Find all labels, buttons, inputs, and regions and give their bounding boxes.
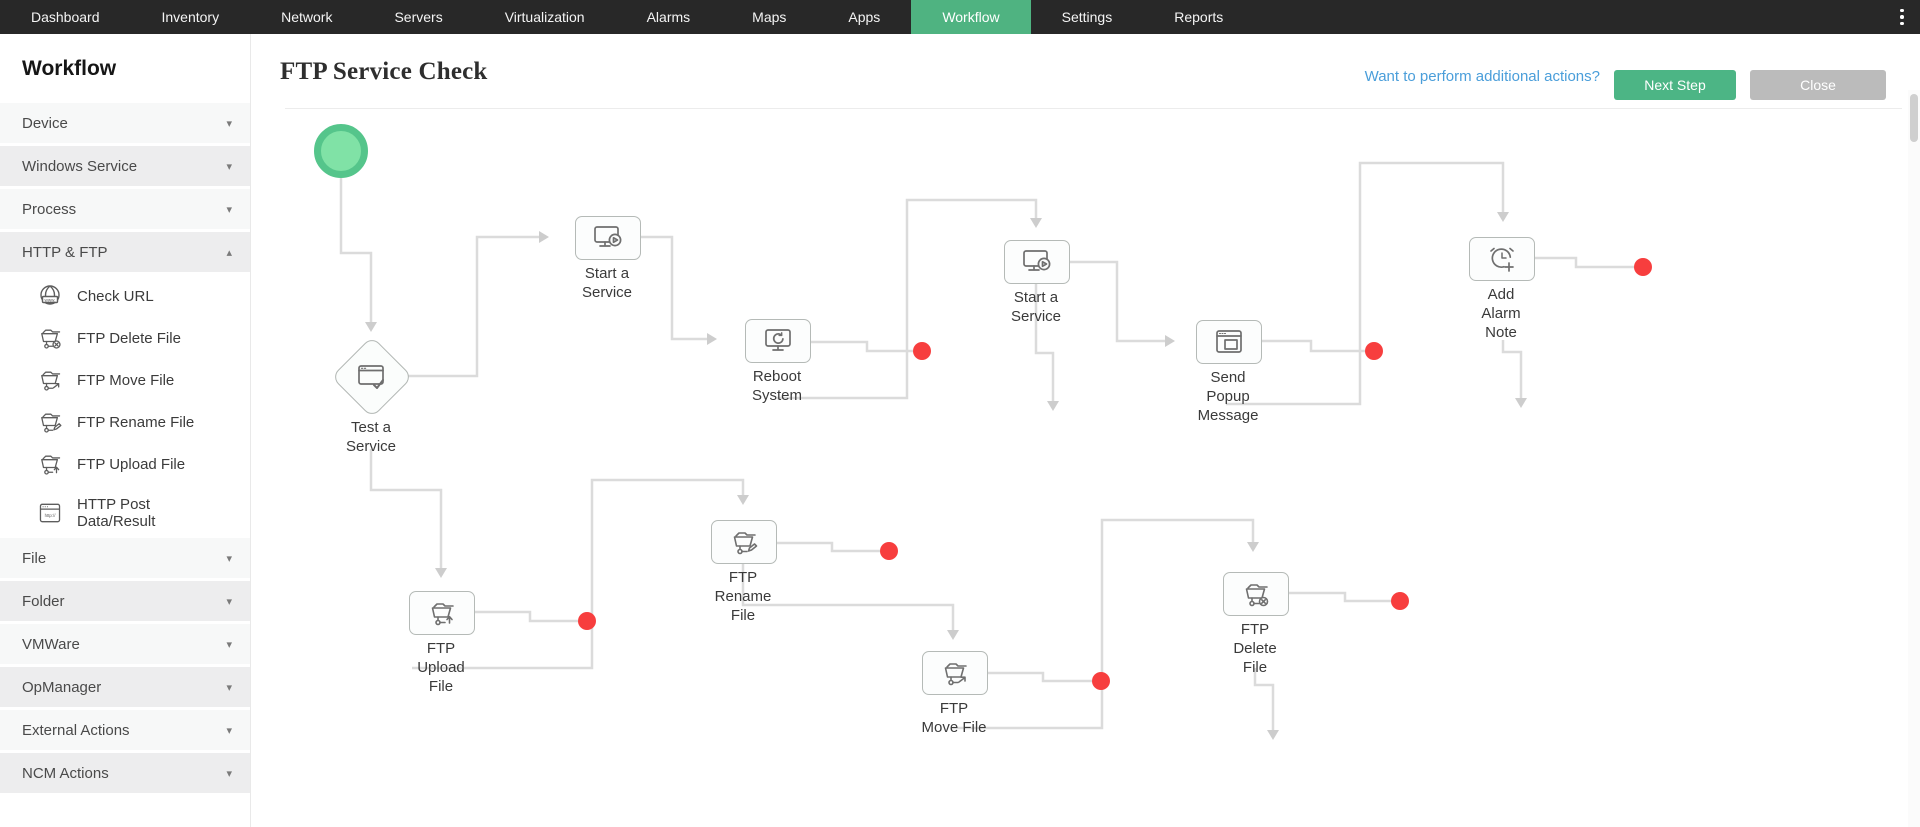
node-add-alarm-note[interactable] (1469, 237, 1535, 281)
chevron-down-icon: ▾ (226, 638, 232, 651)
start-node[interactable] (314, 124, 368, 178)
chevron-up-icon: ▴ (226, 246, 232, 259)
monitor-play-icon (1023, 250, 1051, 271)
chevron-down-icon: ▾ (226, 117, 232, 130)
canvas-divider (285, 108, 1902, 109)
top-navigation: Dashboard Inventory Network Servers Virt… (0, 0, 1920, 34)
workflow-sidebar: Workflow Device ▾ Windows Service ▾ Proc… (0, 34, 251, 827)
node-ftp-rename-file[interactable] (711, 520, 777, 564)
endpoint-dot[interactable] (578, 612, 596, 630)
nav-item-servers[interactable]: Servers (363, 0, 473, 34)
node-start-a-service-2[interactable] (1004, 240, 1070, 284)
monitor-reboot-icon (765, 329, 791, 351)
window-check-icon (358, 365, 384, 389)
node-label-ftp-delete-file: FTP Delete File (1233, 621, 1277, 676)
ftp-move-icon (41, 371, 61, 391)
endpoint-dot[interactable] (880, 542, 898, 560)
sidebar-item-vmware[interactable]: VMWare ▾ (0, 624, 250, 664)
node-ftp-move-file[interactable] (922, 651, 988, 695)
node-label-test-a-service: Test a Service (345, 419, 397, 455)
sidebar-item-device[interactable]: Device ▾ (0, 103, 250, 143)
chevron-down-icon: ▾ (226, 595, 232, 608)
node-start-a-service-1[interactable] (575, 216, 641, 260)
node-reboot-system[interactable] (745, 319, 811, 363)
close-button[interactable]: Close (1750, 70, 1886, 100)
nav-item-inventory[interactable]: Inventory (131, 0, 251, 34)
node-test-a-service[interactable] (330, 335, 414, 419)
node-label-ftp-rename-file: FTP Rename File (714, 569, 772, 624)
sidebar-item-external-actions[interactable]: External Actions ▾ (0, 710, 250, 750)
node-label-ftp-move-file: FTP Move File (921, 700, 987, 736)
sidebar-item-ftp-delete-file[interactable]: FTP Delete File (0, 321, 250, 355)
ftp-delete-icon (41, 329, 61, 349)
chevron-down-icon: ▾ (226, 552, 232, 565)
endpoint-dot[interactable] (1391, 592, 1409, 610)
node-label-reboot-system: Reboot System (751, 368, 802, 404)
chevron-down-icon: ▾ (226, 767, 232, 780)
node-label-start-a-service-2: Start a Service (1010, 289, 1062, 325)
ftp-rename-icon (41, 413, 62, 433)
node-ftp-delete-file[interactable] (1223, 572, 1289, 616)
endpoint-dot[interactable] (1092, 672, 1110, 690)
ftp-move-icon (944, 663, 967, 686)
chevron-down-icon: ▾ (226, 724, 232, 737)
nav-item-reports[interactable]: Reports (1143, 0, 1254, 34)
sidebar-item-ncm-actions[interactable]: NCM Actions ▾ (0, 753, 250, 793)
popup-window-icon (1216, 330, 1242, 353)
sidebar-item-folder[interactable]: Folder ▾ (0, 581, 250, 621)
nav-item-network[interactable]: Network (250, 0, 363, 34)
sidebar-item-http-ftp[interactable]: HTTP & FTP ▴ (0, 232, 250, 272)
node-label-send-popup-message: Send Popup Message (1197, 369, 1259, 424)
chevron-down-icon: ▾ (226, 160, 232, 173)
nav-item-settings[interactable]: Settings (1031, 0, 1144, 34)
node-label-start-a-service-1: Start a Service (581, 265, 633, 301)
vertical-scrollbar-thumb[interactable] (1910, 94, 1918, 142)
sidebar-item-http-post[interactable]: http:// HTTP Post Data/Result (0, 489, 250, 537)
sidebar-item-ftp-upload-file[interactable]: FTP Upload File (0, 447, 250, 481)
monitor-play-icon (594, 226, 622, 247)
sidebar-item-check-url[interactable]: www. Check URL (0, 279, 250, 313)
vertical-scrollbar-track[interactable] (1908, 90, 1920, 827)
chevron-down-icon: ▾ (226, 681, 232, 694)
endpoint-dot[interactable] (1365, 342, 1383, 360)
nav-item-alarms[interactable]: Alarms (616, 0, 722, 34)
sidebar-item-file[interactable]: File ▾ (0, 538, 250, 578)
kebab-menu-icon[interactable] (1892, 0, 1912, 34)
content-header: FTP Service Check Want to perform additi… (250, 34, 1920, 108)
additional-actions-link[interactable]: Want to perform additional actions? (1365, 68, 1600, 85)
http-post-icon: http:// (39, 503, 61, 523)
globe-www-icon: www. (40, 285, 60, 305)
nav-item-apps[interactable]: Apps (817, 0, 911, 34)
ftp-rename-icon (733, 532, 758, 555)
opmanager-app: Dashboard Inventory Network Servers Virt… (0, 0, 1920, 827)
nav-item-maps[interactable]: Maps (721, 0, 817, 34)
sidebar-item-ftp-move-file[interactable]: FTP Move File (0, 363, 250, 397)
node-label-add-alarm-note: Add Alarm Note (1481, 286, 1521, 341)
nav-item-dashboard[interactable]: Dashboard (0, 0, 131, 34)
endpoint-dot[interactable] (913, 342, 931, 360)
sidebar-title: Workflow (22, 57, 117, 80)
nav-item-virtualization[interactable]: Virtualization (474, 0, 616, 34)
ftp-upload-icon (41, 455, 61, 475)
sidebar-item-windows-service[interactable]: Windows Service ▾ (0, 146, 250, 186)
sidebar-item-opmanager[interactable]: OpManager ▾ (0, 667, 250, 707)
sidebar-item-process[interactable]: Process ▾ (0, 189, 250, 229)
endpoint-dot[interactable] (1634, 258, 1652, 276)
node-label-ftp-upload-file: FTP Upload File (417, 640, 465, 695)
workflow-canvas[interactable]: Test a Service Start a Service Reboot Sy… (0, 0, 1920, 827)
sidebar-item-ftp-rename-file[interactable]: FTP Rename File (0, 405, 250, 439)
svg-text:http://: http:// (45, 513, 57, 518)
nav-item-workflow[interactable]: Workflow (911, 0, 1031, 34)
svg-text:www.: www. (45, 297, 56, 302)
alarm-clock-plus-icon (1490, 247, 1514, 272)
chevron-down-icon: ▾ (226, 203, 232, 216)
ftp-upload-icon (431, 603, 454, 626)
node-ftp-upload-file[interactable] (409, 591, 475, 635)
node-send-popup-message[interactable] (1196, 320, 1262, 364)
page-title: FTP Service Check (280, 58, 488, 85)
next-step-button[interactable]: Next Step (1614, 70, 1736, 100)
ftp-delete-icon (1245, 584, 1269, 607)
